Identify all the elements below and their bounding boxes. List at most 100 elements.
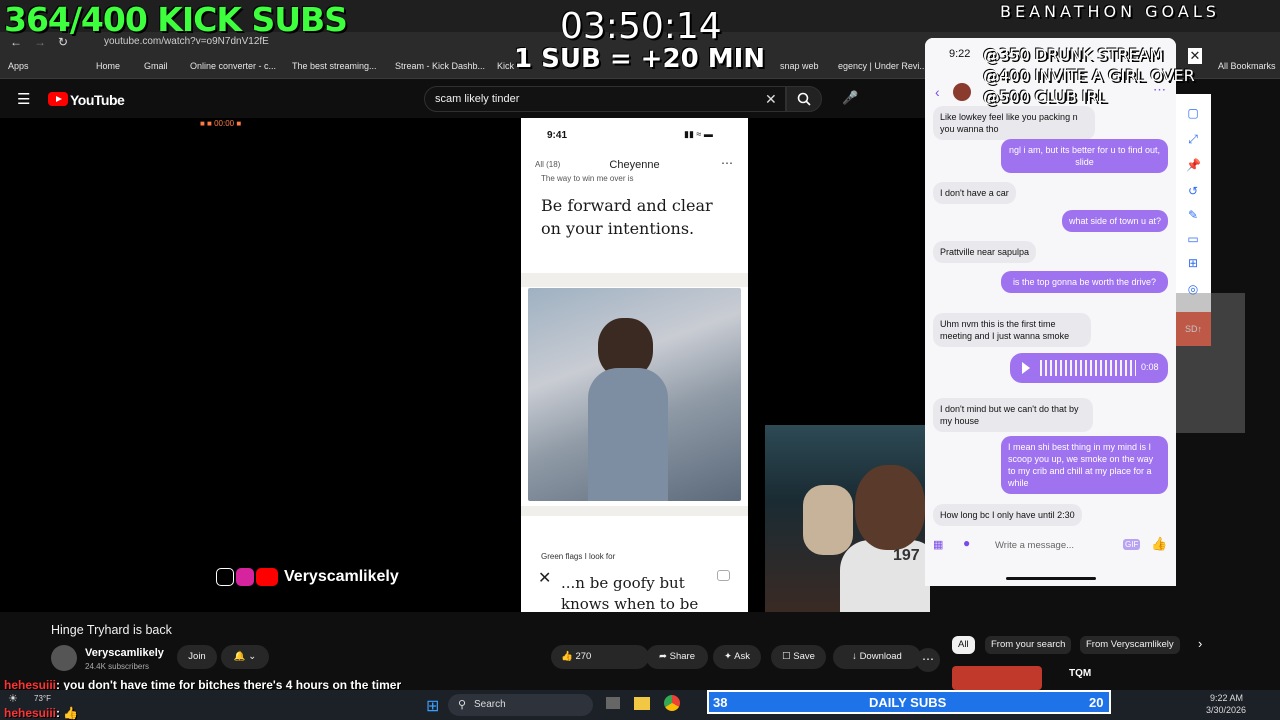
like-button[interactable]: 👍 270 <box>551 645 649 669</box>
kick-subs-counter: 364/400 KICK SUBS <box>4 0 348 39</box>
chrome-icon[interactable] <box>664 695 680 711</box>
weather-text[interactable]: 73°F <box>34 694 51 703</box>
channel-row: Veryscamlikely 24.4K subscribers Join 🔔 … <box>51 645 931 675</box>
crop-icon[interactable]: ⊞ <box>1186 256 1200 270</box>
join-button[interactable]: Join <box>177 645 217 669</box>
bookmark-kick-dashboard[interactable]: Stream - Kick Dashb... <box>395 61 485 71</box>
bookmark-converter[interactable]: Online converter - c... <box>190 61 276 71</box>
hinge-phone-screen: 9:41 ▮▮ ≈ ▬ All (18) Cheyenne ⋯ The way … <box>521 118 748 612</box>
bookmark-apps[interactable]: Apps <box>8 61 29 71</box>
mic-icon[interactable]: ● <box>963 536 970 550</box>
goal-item: @350 DRUNK STREAM <box>983 45 1164 64</box>
chip-from-search[interactable]: From your search <box>985 636 1072 654</box>
edit-icon[interactable]: ✎ <box>1186 208 1200 222</box>
channel-avatar[interactable] <box>51 645 77 671</box>
taskbar-search[interactable]: ⚲ Search <box>448 694 593 716</box>
subscriber-count: 24.4K subscribers <box>85 662 150 671</box>
save-button[interactable]: ☐ Save <box>771 645 826 669</box>
more-icon: ⋯ <box>721 156 733 170</box>
message-out: what side of town u at? <box>1061 210 1168 232</box>
prompt-question: The way to win me over is <box>541 174 634 183</box>
search-button[interactable] <box>786 86 822 112</box>
bookmark-egency[interactable]: egency | Under Revi... <box>838 61 927 71</box>
photo-icon[interactable]: ▦ <box>933 538 943 551</box>
message-input[interactable]: Write a message... <box>985 536 1117 556</box>
like-count: 270 <box>575 651 592 662</box>
message-in: How long bc I only have until 2:30 <box>933 504 1082 526</box>
task-view-icon[interactable] <box>606 697 620 709</box>
message-in: Like lowkey feel like you packing n you … <box>933 106 1095 140</box>
voice-message[interactable]: 0:08 <box>1010 353 1168 383</box>
bell-icon: 🔔 ⌄ <box>233 651 257 662</box>
download-button[interactable]: ↓ Download <box>833 645 921 669</box>
bookmark-kick[interactable]: Kick <box>497 61 514 71</box>
back-icon[interactable]: ‹ <box>935 84 940 100</box>
waveform <box>1040 360 1136 376</box>
youtube-logo-icon[interactable] <box>48 92 68 106</box>
home-indicator <box>1006 577 1096 580</box>
more-actions-button[interactable]: ⋯ <box>916 648 940 672</box>
profile-photo <box>528 288 741 501</box>
close-icon: ✕ <box>538 570 552 587</box>
share-icon: ➦ <box>659 651 667 662</box>
green-flags-label: Green flags I look for <box>541 552 616 561</box>
rotate-icon[interactable]: ↺ <box>1186 184 1200 198</box>
bookmark-gmail[interactable]: Gmail <box>144 61 168 71</box>
goal-item: @500 CLUB IRL <box>983 87 1107 106</box>
thumbs-up-icon: 👍 <box>561 651 573 662</box>
contact-avatar <box>953 83 971 101</box>
menu-icon[interactable]: ☰ <box>17 90 30 108</box>
clear-search-icon[interactable]: ✕ <box>765 91 777 108</box>
rec-thumbnail[interactable] <box>952 666 1042 690</box>
bookmark-snap[interactable]: snap web <box>780 61 819 71</box>
watermark-text: Veryscamlikely <box>284 568 399 585</box>
bookmark-home[interactable]: Home <box>96 61 120 71</box>
notifications-button[interactable]: 🔔 ⌄ <box>221 645 269 669</box>
window-icon[interactable]: ▭ <box>1186 232 1200 246</box>
thumbs-up-icon[interactable]: 👍 <box>1151 536 1167 552</box>
message-out: I mean shi best thing in my mind is I sc… <box>1001 436 1168 494</box>
shirt-text: 197 <box>893 547 920 564</box>
file-explorer-icon[interactable] <box>634 697 650 710</box>
sparkle-icon: ✦ <box>724 651 732 662</box>
prompt-answer: Be forward and clear on your intentions. <box>541 196 713 238</box>
play-icon[interactable] <box>1022 362 1030 374</box>
windows-start-icon[interactable]: ⊞ <box>426 696 439 716</box>
message-out: ngl i am, but its better for u to find o… <box>1001 139 1168 173</box>
message-in: I don't have a car <box>933 182 1016 204</box>
taskbar-search-label: Search <box>474 699 506 710</box>
chip-all[interactable]: All <box>952 636 975 654</box>
streamer-webcam: 197 <box>765 425 930 612</box>
chip-from-channel[interactable]: From Veryscamlikely <box>1080 636 1180 654</box>
search-input[interactable]: scam likely tinder ✕ <box>424 86 786 112</box>
bookmark-streaming[interactable]: The best streaming... <box>292 61 377 71</box>
clock-time[interactable]: 9:22 AM <box>1210 693 1243 703</box>
comment-icon <box>717 570 730 581</box>
clock-date[interactable]: 3/30/2026 <box>1206 705 1246 715</box>
rec-title[interactable]: TQM <box>1069 668 1091 679</box>
dm-panel: 9:22 ‹ ⋯ Like lowkey feel like you packi… <box>925 38 1176 586</box>
pin-icon[interactable]: 📌 <box>1186 158 1201 172</box>
chevron-right-icon[interactable]: › <box>1198 636 1202 651</box>
bookmark-icon: ☐ <box>782 651 791 662</box>
social-watermark: Veryscamlikely <box>216 568 399 586</box>
ask-button[interactable]: ✦ Ask <box>713 645 761 669</box>
youtube-icon <box>256 568 278 586</box>
channel-name[interactable]: Veryscamlikely <box>85 647 164 659</box>
mic-icon[interactable]: 🎤 <box>842 90 858 106</box>
green-flags-answer: ...n be goofy but knows when to be <box>561 574 699 612</box>
weather-icon[interactable]: ☀ <box>8 694 18 705</box>
fullscreen-icon[interactable]: ⤢ <box>1186 132 1200 146</box>
youtube-logo-text[interactable]: YouTube <box>70 92 125 108</box>
daily-subs-left: 38 <box>713 695 728 710</box>
subathon-timer: 03:50:14 <box>560 6 722 47</box>
expand-icon[interactable]: ▢ <box>1186 106 1200 120</box>
share-button[interactable]: ➦ Share <box>646 645 708 669</box>
webcam-person <box>855 465 925 550</box>
close-panel-icon[interactable]: ✕ <box>1188 48 1202 64</box>
daily-subs-bar: 38 DAILY SUBS 20 <box>707 690 1111 714</box>
gif-icon[interactable]: GIF <box>1123 539 1141 550</box>
instagram-icon <box>236 568 254 586</box>
webcam-background-object <box>803 485 853 555</box>
bookmark-all[interactable]: All Bookmarks <box>1218 61 1276 71</box>
